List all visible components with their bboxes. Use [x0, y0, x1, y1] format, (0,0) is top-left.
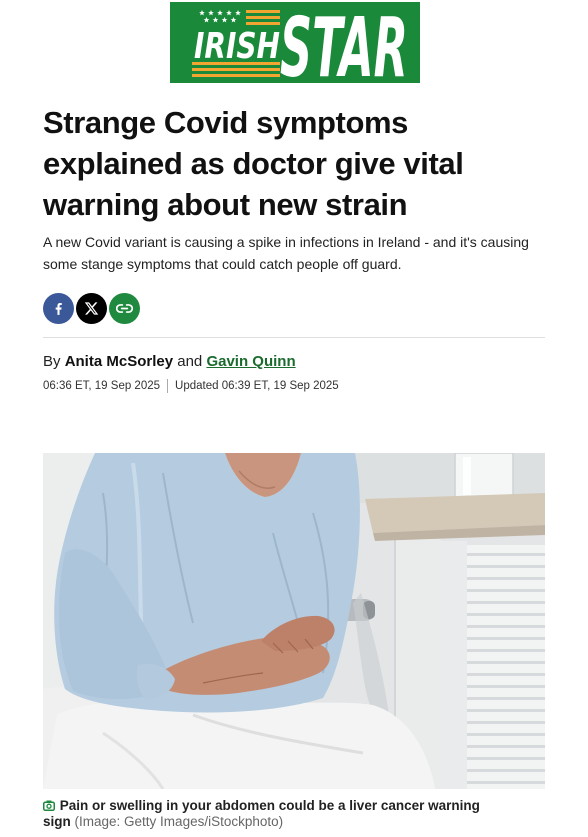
share-x-button[interactable] — [76, 293, 107, 324]
article-headline: Strange Covid symptoms explained as doct… — [43, 105, 464, 222]
caption-credit: (Image: Getty Images/iStockphoto) — [74, 814, 284, 829]
byline: By Anita McSorley and Gavin Quinn — [43, 352, 296, 372]
site-logo[interactable]: IRISH STAR — [170, 2, 420, 83]
photo-radiator — [441, 541, 545, 789]
share-facebook-button[interactable] — [43, 293, 74, 324]
header-divider — [43, 337, 545, 338]
logo-word-star: STAR — [280, 2, 408, 83]
share-buttons — [43, 293, 140, 324]
copy-link-button[interactable] — [109, 293, 140, 324]
byline-prefix: By — [43, 353, 61, 370]
link-icon — [116, 304, 133, 313]
byline-author-2-link[interactable]: Gavin Quinn — [206, 353, 295, 370]
logo-graphic: IRISH STAR — [170, 2, 420, 83]
byline-joiner: and — [177, 353, 203, 370]
article-dates: 06:36 ET, 19 Sep 2025 Updated 06:39 ET, … — [43, 378, 339, 394]
article-standfirst: A new Covid variant is causing a spike i… — [43, 234, 529, 272]
date-separator — [167, 379, 169, 393]
updated-time: Updated 06:39 ET, 19 Sep 2025 — [175, 380, 339, 392]
article-image — [43, 453, 545, 789]
article-photo — [43, 453, 545, 789]
published-time: 06:36 ET, 19 Sep 2025 — [43, 380, 161, 392]
image-caption: Pain or swelling in your abdomen could b… — [43, 798, 493, 830]
photo-window-sill — [365, 493, 545, 541]
logo-word-irish: IRISH — [194, 26, 280, 67]
byline-author-1: Anita McSorley — [64, 353, 174, 370]
facebook-icon — [55, 303, 62, 315]
x-icon — [84, 302, 99, 315]
camera-icon — [43, 800, 55, 811]
site-header: IRISH STAR — [170, 2, 420, 83]
